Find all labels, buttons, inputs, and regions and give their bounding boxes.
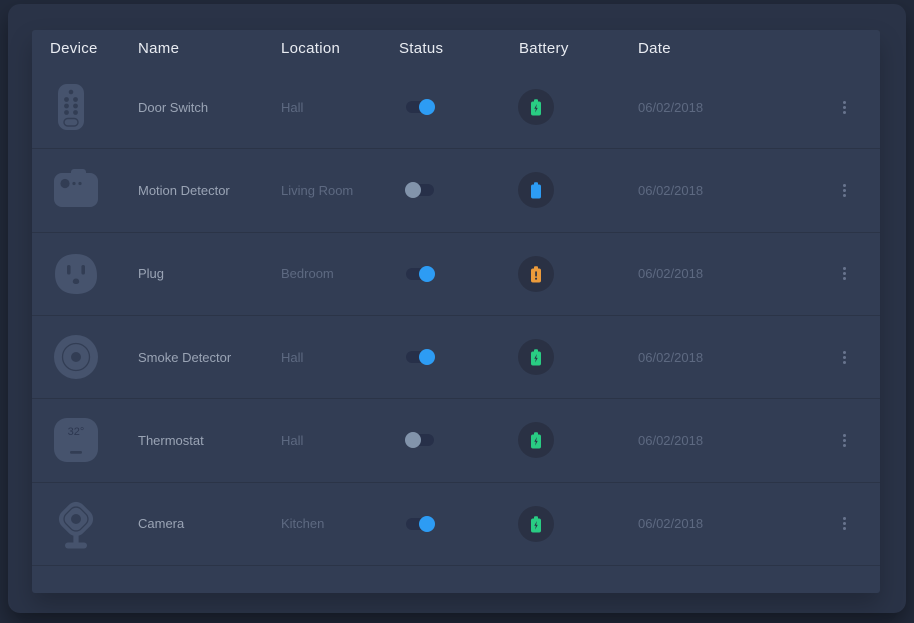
table-row: Camera Kitchen 06/02/2018 bbox=[32, 482, 880, 565]
device-table-card: Device Name Location Status Battery Date bbox=[32, 30, 880, 593]
col-header-name: Name bbox=[138, 40, 281, 57]
kebab-menu-icon[interactable] bbox=[840, 348, 849, 367]
device-location: Hall bbox=[281, 100, 399, 115]
battery-charging-icon bbox=[518, 422, 554, 458]
status-toggle[interactable] bbox=[405, 99, 437, 115]
device-name: Smoke Detector bbox=[138, 350, 281, 365]
status-toggle[interactable] bbox=[405, 266, 437, 282]
table-row: Door Switch Hall 06/02/2018 bbox=[32, 66, 880, 148]
battery-charging-icon bbox=[518, 339, 554, 375]
table-row: 32° Thermostat Hall bbox=[32, 398, 880, 481]
col-header-device: Device bbox=[32, 40, 138, 57]
battery-full-icon bbox=[518, 172, 554, 208]
table-body: Door Switch Hall 06/02/2018 bbox=[32, 66, 880, 566]
kebab-menu-icon[interactable] bbox=[840, 431, 849, 450]
app-window: Device Name Location Status Battery Date bbox=[8, 4, 906, 613]
device-location: Bedroom bbox=[281, 266, 399, 281]
device-location: Hall bbox=[281, 350, 399, 365]
device-location: Hall bbox=[281, 433, 399, 448]
table-row: Motion Detector Living Room 06/02/2018 bbox=[32, 148, 880, 231]
device-name: Camera bbox=[138, 516, 281, 531]
kebab-menu-icon[interactable] bbox=[840, 98, 849, 117]
table-row: Plug Bedroom 06/02/2018 bbox=[32, 232, 880, 315]
device-date: 06/02/2018 bbox=[638, 183, 824, 198]
col-header-location: Location bbox=[281, 40, 399, 57]
device-name: Motion Detector bbox=[138, 183, 281, 198]
motion-detector-icon bbox=[53, 169, 101, 211]
thermostat-icon: 32° bbox=[53, 417, 99, 463]
battery-charging-icon bbox=[518, 506, 554, 542]
device-date: 06/02/2018 bbox=[638, 350, 824, 365]
plug-icon bbox=[53, 252, 99, 296]
battery-charging-icon bbox=[518, 89, 554, 125]
device-date: 06/02/2018 bbox=[638, 100, 824, 115]
device-name: Plug bbox=[138, 266, 281, 281]
kebab-menu-icon[interactable] bbox=[840, 264, 849, 283]
device-name: Thermostat bbox=[138, 433, 281, 448]
device-location: Kitchen bbox=[281, 516, 399, 531]
kebab-menu-icon[interactable] bbox=[840, 181, 849, 200]
col-header-date: Date bbox=[638, 40, 824, 57]
status-toggle[interactable] bbox=[405, 349, 437, 365]
device-name: Door Switch bbox=[138, 100, 281, 115]
device-date: 06/02/2018 bbox=[638, 433, 824, 448]
col-header-battery: Battery bbox=[519, 40, 638, 57]
table-row: Smoke Detector Hall 06/02/2018 bbox=[32, 315, 880, 398]
status-toggle[interactable] bbox=[405, 432, 437, 448]
table-header: Device Name Location Status Battery Date bbox=[32, 30, 880, 66]
camera-icon bbox=[53, 497, 99, 551]
device-date: 06/02/2018 bbox=[638, 516, 824, 531]
device-location: Living Room bbox=[281, 183, 399, 198]
thermostat-temperature: 32° bbox=[68, 426, 85, 438]
kebab-menu-icon[interactable] bbox=[840, 514, 849, 533]
col-header-status: Status bbox=[399, 40, 519, 57]
status-toggle[interactable] bbox=[405, 182, 437, 198]
remote-control-icon bbox=[53, 82, 89, 132]
battery-alert-icon bbox=[518, 256, 554, 292]
status-toggle[interactable] bbox=[405, 516, 437, 532]
device-date: 06/02/2018 bbox=[638, 266, 824, 281]
smoke-detector-icon bbox=[53, 334, 99, 380]
